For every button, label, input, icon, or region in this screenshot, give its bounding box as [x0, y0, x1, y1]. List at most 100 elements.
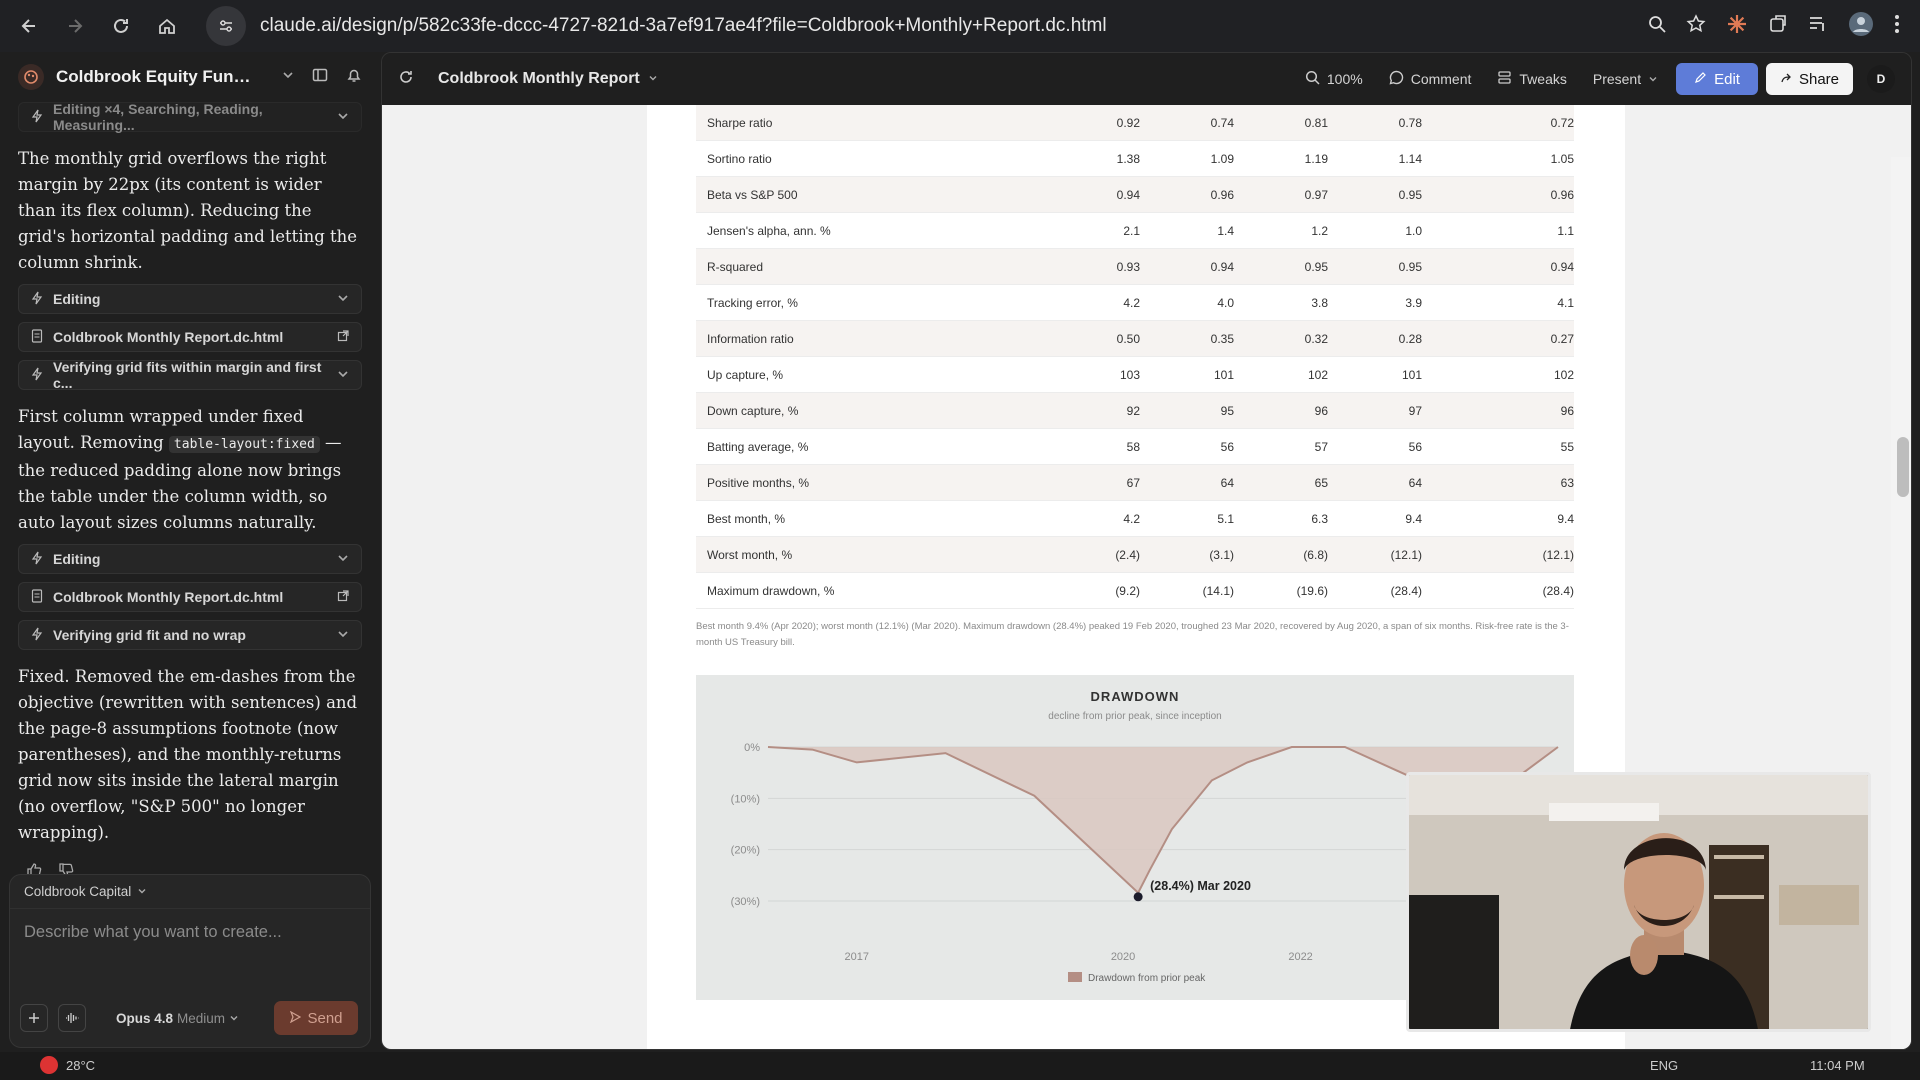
forward-icon[interactable]: [58, 9, 92, 43]
chip-label: Verifying grid fits within margin and fi…: [53, 359, 322, 391]
media-queue-icon[interactable]: [1808, 14, 1828, 39]
refresh-icon[interactable]: [398, 69, 414, 90]
tweaks-button[interactable]: Tweaks: [1497, 70, 1567, 88]
table-row: Sortino ratio 1.38 1.09 1.19 1.14 1.05: [696, 141, 1574, 177]
y-tick-label: (20%): [731, 845, 760, 857]
file-icon: [31, 328, 43, 346]
metric-value: 9.4: [1557, 511, 1574, 526]
metric-value: 3.8: [1311, 295, 1328, 310]
address-bar[interactable]: claude.ai/design/p/582c33fe-dccc-4727-82…: [206, 6, 1486, 46]
bookmark-star-icon[interactable]: [1686, 13, 1706, 39]
metric-value: 0.96: [1210, 187, 1234, 202]
zoom-icon[interactable]: [1648, 15, 1666, 38]
metric-value: 0.50: [1116, 331, 1140, 346]
table-row: Tracking error, % 4.2 4.0 3.8 3.9 4.1: [696, 285, 1574, 321]
legend-label: Drawdown from prior peak: [1088, 973, 1206, 984]
legend-swatch: [1068, 972, 1082, 982]
y-tick-label: (10%): [731, 793, 760, 805]
lightning-icon: [31, 109, 43, 126]
present-button[interactable]: Present: [1593, 71, 1658, 87]
tool-activity-chip[interactable]: Editing: [18, 544, 362, 574]
chevron-down-icon[interactable]: [282, 68, 294, 86]
composer-toolbar: Opus 4.8 Medium Send: [20, 1001, 358, 1035]
metric-value: 56: [1408, 439, 1422, 454]
browser-toolbar: claude.ai/design/p/582c33fe-dccc-4727-82…: [0, 0, 1920, 52]
chip-label: Editing ×4, Searching, Reading, Measurin…: [53, 101, 263, 133]
file-chip[interactable]: Coldbrook Monthly Report.dc.html: [18, 322, 362, 352]
metric-value: 4.2: [1123, 511, 1140, 526]
file-chip[interactable]: Coldbrook Monthly Report.dc.html: [18, 582, 362, 612]
extensions-icon[interactable]: [1768, 14, 1788, 39]
panel-toggle-icon[interactable]: [312, 67, 328, 88]
metric-value: 0.97: [1304, 187, 1328, 202]
chevron-down-icon: [229, 1011, 239, 1026]
metric-label: Sharpe ratio: [707, 115, 773, 130]
metric-value: (2.4): [1115, 547, 1140, 562]
comment-icon: [1389, 70, 1404, 88]
metric-value: (28.4): [1390, 583, 1422, 598]
metric-value: 0.95: [1398, 259, 1422, 274]
assistant-message: Fixed. Removed the em-dashes from the ob…: [18, 667, 358, 842]
tweaks-icon: [1497, 70, 1512, 88]
project-title[interactable]: Coldbrook Equity Fund Re...: [56, 67, 256, 87]
edit-button[interactable]: Edit: [1676, 63, 1758, 95]
send-button[interactable]: Send: [274, 1001, 358, 1035]
zoom-control[interactable]: 100%: [1305, 70, 1363, 88]
preview-tools: 100% Comment Tweaks Present Edit Share D: [1305, 63, 1895, 95]
site-settings-icon[interactable]: [206, 6, 246, 46]
model-selector[interactable]: Opus 4.8 Medium: [116, 1011, 239, 1026]
metric-value: 101: [1213, 367, 1234, 382]
chip-label: Coldbrook Monthly Report.dc.html: [53, 329, 284, 345]
metric-label: Maximum drawdown, %: [707, 583, 835, 598]
pencil-icon: [1694, 71, 1706, 88]
metric-value: 1.0: [1405, 223, 1422, 238]
add-attachment-button[interactable]: [20, 1004, 48, 1032]
claude-extension-icon[interactable]: [1726, 13, 1748, 40]
chevron-down-icon: [337, 367, 349, 383]
chevron-down-icon: [1648, 71, 1658, 87]
tool-activity-chip[interactable]: Verifying grid fit and no wrap: [18, 620, 362, 650]
metric-value: 64: [1408, 475, 1422, 490]
tool-activity-chip[interactable]: Editing: [18, 284, 362, 314]
reload-icon[interactable]: [104, 9, 138, 43]
metric-value: 102: [1307, 367, 1328, 382]
vertical-scrollbar[interactable]: [1891, 157, 1911, 1049]
scrollbar-thumb[interactable]: [1897, 437, 1909, 497]
org-selector[interactable]: Coldbrook Capital: [10, 875, 370, 909]
voice-input-button[interactable]: [58, 1004, 86, 1032]
weather-widget[interactable]: 28°C: [40, 1056, 95, 1074]
prompt-input[interactable]: Describe what you want to create...: [10, 909, 370, 956]
notifications-icon[interactable]: [346, 67, 362, 88]
browser-menu-icon[interactable]: [1894, 14, 1900, 39]
metric-value: 4.1: [1557, 295, 1574, 310]
profile-avatar-icon[interactable]: [1848, 11, 1874, 42]
metric-value: 4.2: [1123, 295, 1140, 310]
document-title[interactable]: Coldbrook Monthly Report: [438, 70, 658, 88]
comment-button[interactable]: Comment: [1389, 70, 1471, 88]
metric-label: Jensen's alpha, ann. %: [707, 223, 831, 238]
metric-value: 1.19: [1304, 151, 1328, 166]
chip-label: Editing: [53, 291, 101, 307]
org-name: Coldbrook Capital: [24, 884, 132, 899]
metric-value: (14.1): [1202, 583, 1234, 598]
metric-value: 5.1: [1217, 511, 1234, 526]
tool-activity-chip[interactable]: Editing ×4, Searching, Reading, Measurin…: [18, 101, 362, 133]
share-button[interactable]: Share: [1765, 63, 1853, 95]
home-icon[interactable]: [150, 9, 184, 43]
open-external-icon: [337, 329, 349, 345]
metric-value: 67: [1126, 475, 1140, 490]
clock[interactable]: 11:04 PM: [1810, 1058, 1865, 1073]
risk-metrics-table: Sharpe ratio 0.92 0.74 0.81 0.78 0.72 Sortino …: [696, 105, 1574, 609]
user-avatar[interactable]: D: [1867, 65, 1895, 93]
chip-label: Coldbrook Monthly Report.dc.html: [53, 589, 284, 605]
metric-value: 1.38: [1116, 151, 1140, 166]
metric-label: Batting average, %: [707, 439, 809, 454]
metric-value: 1.4: [1217, 223, 1234, 238]
metric-value: 0.74: [1210, 115, 1234, 130]
weather-temp: 28°C: [66, 1057, 96, 1073]
back-icon[interactable]: [12, 9, 46, 43]
language-indicator[interactable]: ENG: [1650, 1058, 1678, 1073]
tool-activity-chip[interactable]: Verifying grid fits within margin and fi…: [18, 359, 362, 391]
present-label: Present: [1592, 71, 1642, 87]
chevron-down-icon: [337, 551, 349, 567]
